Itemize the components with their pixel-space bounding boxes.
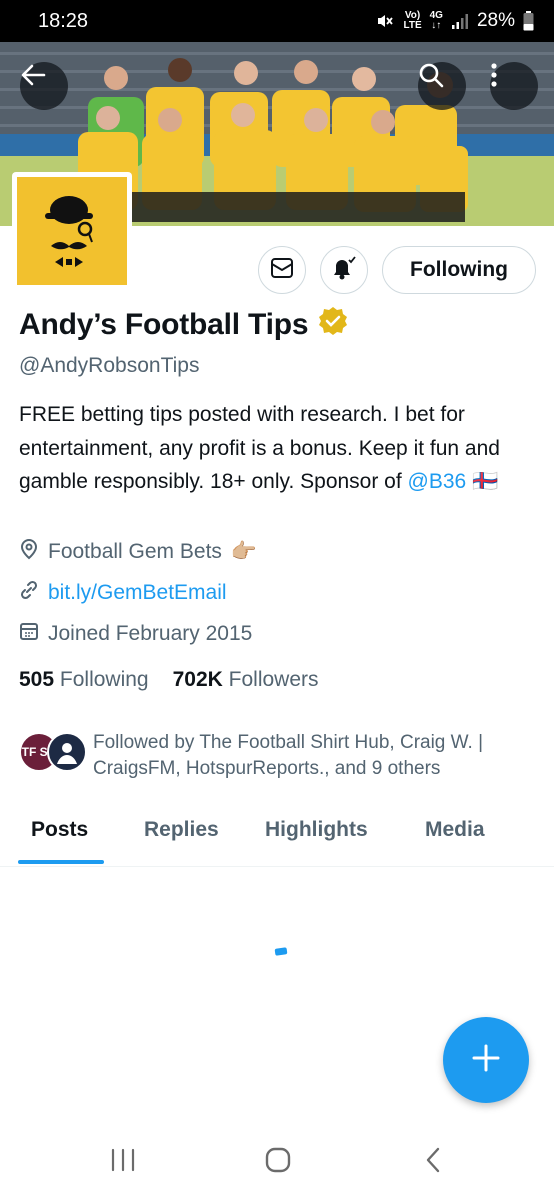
followed-by-text: Followed by The Football Shirt Hub, Crai… bbox=[93, 732, 484, 779]
followers-count-link[interactable]: 702K Followers bbox=[173, 668, 319, 692]
bio: FREE betting tips posted with research. … bbox=[19, 398, 539, 499]
network-label: 4G ↓↑ bbox=[429, 10, 443, 31]
system-back-button[interactable] bbox=[424, 1146, 442, 1179]
profile-tabs: Posts Replies Highlights Media bbox=[0, 800, 554, 867]
link-row: bit.ly/GemBetEmail bbox=[19, 580, 227, 606]
volte-label: Vo) LTE bbox=[403, 10, 422, 31]
status-bar: 18:28 Vo) LTE 4G ↓↑ 28% bbox=[0, 0, 554, 42]
more-options-button[interactable] bbox=[490, 62, 538, 110]
battery-icon bbox=[523, 11, 534, 31]
notifications-button[interactable] bbox=[320, 246, 368, 294]
followed-by[interactable]: TF SH Followed by The Football Shirt Hub… bbox=[19, 730, 538, 782]
avatar-image bbox=[17, 177, 127, 285]
message-button[interactable] bbox=[258, 246, 306, 294]
display-name-text: Andy’s Football Tips bbox=[19, 308, 309, 341]
home-button[interactable] bbox=[264, 1146, 292, 1179]
follow-counts: 505 Following 702K Followers bbox=[19, 668, 319, 692]
loading-spinner bbox=[274, 947, 288, 956]
faroe-flag: 🇫🇴 bbox=[472, 470, 499, 493]
active-tab-indicator bbox=[18, 860, 104, 864]
bio-mention-link[interactable]: @B36 bbox=[408, 470, 467, 493]
tab-highlights[interactable]: Highlights bbox=[265, 818, 368, 842]
bell-check-icon bbox=[330, 255, 358, 286]
tab-replies[interactable]: Replies bbox=[144, 818, 219, 842]
recent-apps-button[interactable] bbox=[110, 1146, 136, 1179]
profile-avatar[interactable] bbox=[12, 172, 132, 290]
mute-icon bbox=[375, 11, 395, 31]
search-button[interactable] bbox=[418, 62, 466, 110]
profile-link[interactable]: bit.ly/GemBetEmail bbox=[48, 581, 227, 605]
joined-row: Joined February 2015 bbox=[19, 621, 252, 647]
battery-percent: 28% bbox=[476, 10, 515, 31]
display-name: Andy’s Football Tips bbox=[19, 306, 348, 344]
status-time: 18:28 bbox=[38, 9, 89, 32]
tab-posts[interactable]: Posts bbox=[31, 818, 88, 842]
compose-post-button[interactable] bbox=[443, 1017, 529, 1103]
joined-text: Joined February 2015 bbox=[48, 622, 253, 645]
followed-by-avatars: TF SH bbox=[19, 730, 89, 774]
plus-icon bbox=[471, 1043, 501, 1078]
bowler-hat-logo-icon bbox=[45, 196, 93, 267]
pointing-emoji: 👉🏼 bbox=[230, 540, 258, 563]
system-nav-bar bbox=[0, 1128, 554, 1200]
tab-media[interactable]: Media bbox=[425, 818, 485, 842]
location-row: Football Gem Bets 👉🏼 bbox=[19, 538, 257, 566]
envelope-icon bbox=[270, 257, 294, 284]
following-count-link[interactable]: 505 Following bbox=[19, 668, 149, 692]
link-icon bbox=[19, 580, 39, 606]
follower-avatar bbox=[47, 732, 87, 772]
verified-badge-icon bbox=[318, 306, 348, 344]
handle: @AndyRobsonTips bbox=[19, 354, 200, 377]
calendar-icon bbox=[19, 621, 39, 647]
following-button[interactable]: Following bbox=[382, 246, 536, 294]
signal-icon bbox=[451, 12, 469, 30]
location-pin-icon bbox=[19, 538, 39, 566]
back-button[interactable] bbox=[20, 62, 68, 110]
location-text: Football Gem Bets bbox=[48, 540, 222, 563]
status-icons: Vo) LTE 4G ↓↑ 28% bbox=[375, 10, 534, 32]
